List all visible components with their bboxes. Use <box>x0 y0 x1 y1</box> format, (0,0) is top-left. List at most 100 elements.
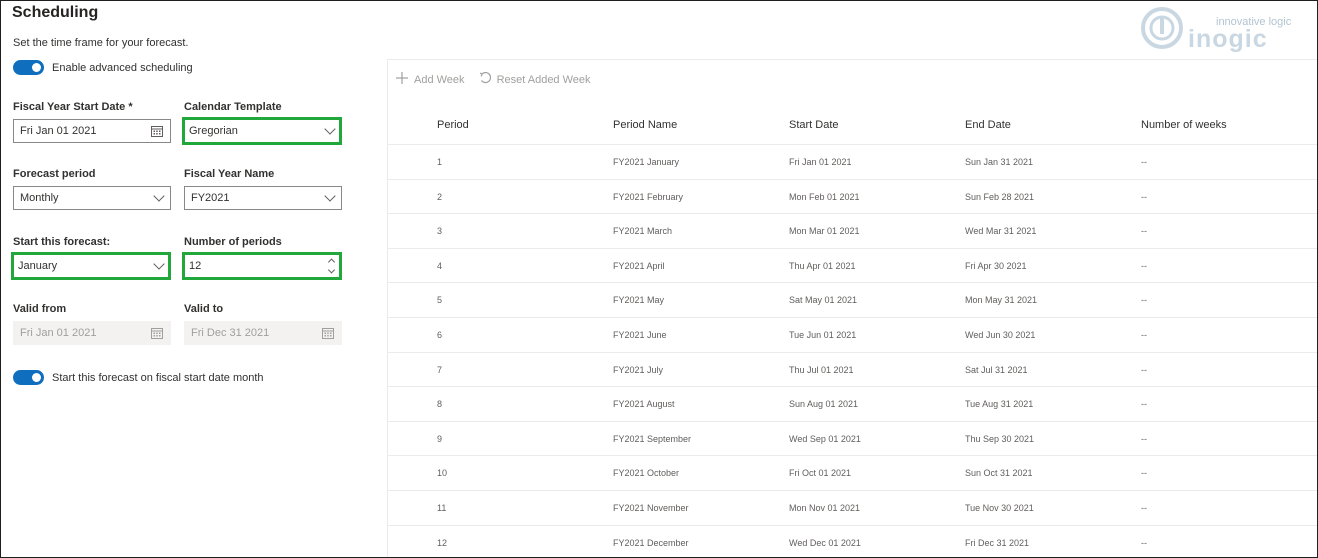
fiscal-start-toggle[interactable] <box>13 370 44 385</box>
calendar-icon <box>322 327 334 339</box>
cell-period-name: FY2021 January <box>613 157 680 167</box>
cell-end-date: Wed Jun 30 2021 <box>965 330 1036 340</box>
grid-toolbar: Add Week Reset Added Week <box>396 71 591 87</box>
cell-start-date: Mon Feb 01 2021 <box>789 191 860 202</box>
cell-start-date: Mon Nov 01 2021 <box>789 503 861 513</box>
cell-start-date: Fri Jan 01 2021 <box>789 157 852 167</box>
cell-end-date: Wed Mar 31 2021 <box>965 226 1037 237</box>
cell-number-of-weeks: -- <box>1141 399 1147 410</box>
cell-number-of-weeks: -- <box>1141 503 1147 513</box>
cell-start-date: Thu Jul 01 2021 <box>789 364 854 375</box>
number-of-periods-input[interactable]: 12 <box>182 252 342 280</box>
cell-number-of-weeks: -- <box>1141 468 1147 479</box>
valid-from-label: Valid from <box>13 303 67 315</box>
fiscal-year-name-label: Fiscal Year Name <box>184 168 275 180</box>
calendar-icon[interactable] <box>151 125 163 137</box>
cell-number-of-weeks: -- <box>1141 364 1147 375</box>
chevron-down-icon <box>153 258 165 270</box>
cell-start-date: Thu Apr 01 2021 <box>789 260 856 271</box>
cell-end-date: Mon May 31 2021 <box>965 295 1038 306</box>
valid-from-value: Fri Jan 01 2021 <box>20 327 97 339</box>
cell-period-name: FY2021 October <box>613 468 680 479</box>
start-forecast-select[interactable]: January <box>11 252 171 280</box>
cell-period-name: FY2021 December <box>613 537 689 548</box>
cell-start-date: Wed Sep 01 2021 <box>789 433 861 444</box>
cell-period: 1 <box>437 157 443 167</box>
cell-start-date: Tue Jun 01 2021 <box>789 330 857 340</box>
table-row[interactable]: 8 FY2021 August Sun Aug 01 2021 Tue Aug 31 … <box>388 386 1317 421</box>
cell-period: 5 <box>437 295 443 306</box>
spin-button-icon[interactable] <box>327 258 336 274</box>
column-header-period-name[interactable]: Period Name <box>613 119 677 131</box>
start-forecast-label: Start this forecast: <box>13 236 111 248</box>
calendar-template-label: Calendar Template <box>184 101 282 113</box>
cell-start-date: Sat May 01 2021 <box>789 295 858 306</box>
chevron-down-icon <box>153 190 165 202</box>
add-week-label: Add Week <box>414 73 465 86</box>
add-week-button[interactable]: Add Week <box>396 72 465 87</box>
cell-end-date: Sat Jul 31 2021 <box>965 364 1028 375</box>
valid-to-label: Valid to <box>184 303 224 315</box>
cell-period-name: FY2021 August <box>613 399 675 410</box>
fiscal-year-start-input[interactable]: Fri Jan 01 2021 <box>13 119 171 143</box>
table-row[interactable]: 1 FY2021 January Fri Jan 01 2021 Sun Jan 31… <box>388 144 1317 179</box>
fiscal-start-label: Start this forecast on fiscal start date… <box>52 371 264 384</box>
cell-period-name: FY2021 July <box>613 364 664 375</box>
undo-icon <box>479 71 491 87</box>
table-row[interactable]: 9 FY2021 September Wed Sep 01 2021 Thu Sep … <box>388 420 1317 456</box>
plus-icon <box>396 72 408 87</box>
cell-start-date: Wed Dec 01 2021 <box>789 537 861 548</box>
table-row[interactable]: 2 FY2021 February Mon Feb 01 2021 Sun Feb 2… <box>388 178 1317 214</box>
cell-start-date: Mon Mar 01 2021 <box>789 226 860 237</box>
reset-added-week-button[interactable]: Reset Added Week <box>479 71 591 87</box>
advanced-scheduling-label: Enable advanced scheduling <box>52 61 193 74</box>
chevron-down-icon <box>324 190 336 202</box>
reset-week-label: Reset Added Week <box>496 73 591 86</box>
column-header-period[interactable]: Period <box>437 119 469 131</box>
column-header-end-date[interactable]: End Date <box>965 119 1011 131</box>
calendar-template-value: Gregorian <box>189 125 238 137</box>
cell-period: 8 <box>437 399 443 410</box>
advanced-scheduling-toggle-row: Enable advanced scheduling <box>13 60 193 75</box>
cell-number-of-weeks: -- <box>1141 295 1147 306</box>
fiscal-year-name-select[interactable]: FY2021 <box>184 186 342 210</box>
table-row[interactable]: 4 FY2021 April Thu Apr 01 2021 Fri Apr 30 2… <box>388 247 1317 283</box>
cell-number-of-weeks: -- <box>1141 537 1147 548</box>
fiscal-year-name-value: FY2021 <box>191 192 230 204</box>
table-row[interactable]: 6 FY2021 June Tue Jun 01 2021 Wed Jun 30 20… <box>388 317 1317 352</box>
advanced-scheduling-toggle[interactable] <box>13 60 44 75</box>
fiscal-year-start-label: Fiscal Year Start Date * <box>13 101 133 113</box>
column-header-number-of-weeks[interactable]: Number of weeks <box>1141 119 1227 131</box>
scheduling-panel: Scheduling Set the time frame for your f… <box>0 0 1318 558</box>
table-row[interactable]: 12 FY2021 December Wed Dec 01 2021 Fri Dec … <box>388 524 1317 557</box>
cell-end-date: Fri Dec 31 2021 <box>965 537 1030 548</box>
cell-period-name: FY2021 May <box>613 295 665 306</box>
valid-to-input: Fri Dec 31 2021 <box>184 321 342 345</box>
cell-start-date: Sun Aug 01 2021 <box>789 399 859 410</box>
cell-period: 3 <box>437 226 443 237</box>
cell-end-date: Tue Aug 31 2021 <box>965 399 1034 410</box>
valid-from-input: Fri Jan 01 2021 <box>13 321 171 345</box>
cell-period: 4 <box>437 260 443 271</box>
cell-period: 12 <box>437 537 448 548</box>
cell-number-of-weeks: -- <box>1141 260 1147 271</box>
table-row[interactable]: 7 FY2021 July Thu Jul 01 2021 Sat Jul 31 20… <box>388 351 1317 387</box>
forecast-period-label: Forecast period <box>13 168 96 180</box>
valid-to-value: Fri Dec 31 2021 <box>191 327 270 339</box>
forecast-period-value: Monthly <box>20 192 59 204</box>
cell-end-date: Sun Oct 31 2021 <box>965 468 1033 479</box>
table-row[interactable]: 10 FY2021 October Fri Oct 01 2021 Sun Oct 3… <box>388 455 1317 490</box>
table-row[interactable]: 5 FY2021 May Sat May 01 2021 Mon May 31 202… <box>388 282 1317 317</box>
table-row[interactable]: 3 FY2021 March Mon Mar 01 2021 Wed Mar 31 2… <box>388 213 1317 248</box>
page-title: Scheduling <box>12 4 99 21</box>
cell-period: 11 <box>437 503 447 513</box>
cell-period: 10 <box>437 468 448 479</box>
cell-period: 7 <box>437 364 443 375</box>
table-row[interactable]: 11 FY2021 November Mon Nov 01 2021 Tue Nov … <box>388 490 1317 525</box>
forecast-period-select[interactable]: Monthly <box>13 186 171 210</box>
fiscal-start-toggle-row: Start this forecast on fiscal start date… <box>13 370 264 385</box>
calendar-template-select[interactable]: Gregorian <box>182 117 342 145</box>
cell-start-date: Fri Oct 01 2021 <box>789 468 852 479</box>
cell-number-of-weeks: -- <box>1141 191 1147 202</box>
column-header-start-date[interactable]: Start Date <box>789 119 839 131</box>
